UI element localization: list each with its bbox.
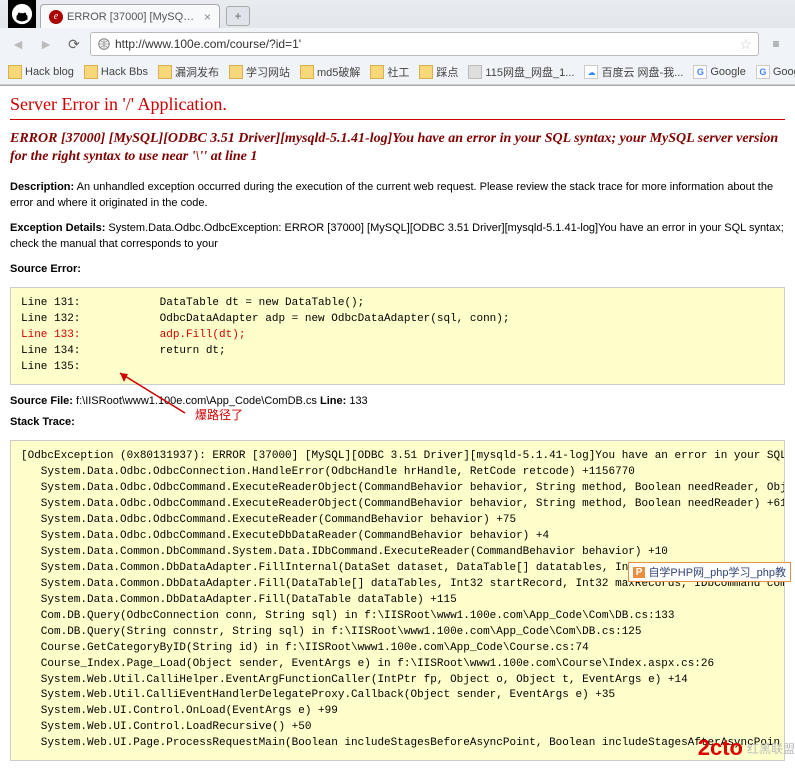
source-error-code: Line 131: DataTable dt = new DataTable()… [10,287,785,385]
folder-icon [158,65,172,79]
bookmark-item[interactable]: Hack blog [8,65,74,79]
php-badge-icon: P [633,567,646,578]
bookmark-star-icon[interactable]: ☆ [739,36,752,53]
error-favicon-icon: e [49,10,63,24]
tab-bar: e ERROR [37000] [MySQL][OD... × + [0,0,795,28]
browser-tab-active[interactable]: e ERROR [37000] [MySQL][OD... × [40,4,220,28]
chrome-menu-button[interactable]: ≡ [763,33,789,55]
footer-attribution[interactable]: P 自学PHP网_php学习_php教 [628,562,791,582]
forward-button[interactable]: ► [34,33,58,55]
bookmark-item[interactable]: Hack Bbs [84,65,148,79]
source-file-row: Source File: f:\IISRoot\www1.100e.com\Ap… [10,395,785,407]
exception-label: Exception Details: [10,222,105,234]
folder-icon [419,65,433,79]
tab-close-icon[interactable]: × [204,10,211,24]
bookmark-item[interactable]: GGoogle [693,65,745,79]
description-row: Description: An unhandled exception occu… [10,180,785,211]
bookmark-item[interactable]: md5破解 [300,64,360,80]
globe-icon [97,37,111,51]
page-content: Server Error in '/' Application. ERROR [… [0,86,795,779]
browser-chrome: e ERROR [37000] [MySQL][OD... × + ◄ ► ⟳ … [0,0,795,86]
back-button[interactable]: ◄ [6,33,30,55]
bookmark-item[interactable]: 学习网站 [229,64,290,80]
bookmark-item[interactable]: 踩点 [419,64,458,80]
google-icon: G [756,65,770,79]
source-error-label: Source Error: [10,262,785,277]
bookmark-item[interactable]: ☁百度云 网盘-我... [584,64,683,80]
url-text: http://www.100e.com/course/?id=1' [115,37,739,51]
bookmark-item[interactable]: GGoogle hacker [756,65,795,79]
folder-icon [8,65,22,79]
source-file-label: Source File: [10,395,73,407]
address-bar[interactable]: http://www.100e.com/course/?id=1' ☆ [90,32,759,56]
watermark-logo-icon: 2cto [698,735,743,761]
tab-title: ERROR [37000] [MySQL][OD... [67,11,198,23]
divider [10,119,785,120]
baidu-icon: ☁ [584,65,598,79]
bookmark-item[interactable]: 漏洞发布 [158,64,219,80]
annotation-text: 爆路径了 [195,406,243,423]
bookmark-item[interactable]: 115网盘_网盘_1... [468,64,574,80]
stack-trace-label: Stack Trace: [10,415,785,430]
watermark-text: 红黑联盟 [747,740,795,757]
footer-link-text[interactable]: 自学PHP网_php学习_php教 [648,564,786,580]
nav-bar: ◄ ► ⟳ http://www.100e.com/course/?id=1' … [0,28,795,60]
folder-icon [300,65,314,79]
site-icon [468,65,482,79]
line-number: 133 [346,395,367,407]
profile-avatar[interactable] [8,0,36,28]
reload-button[interactable]: ⟳ [62,33,86,55]
exception-row: Exception Details: System.Data.Odbc.Odbc… [10,221,785,252]
anonymous-icon [11,3,33,25]
line-label: Line: [317,395,346,407]
highlighted-line: Line 133: adp.Fill(dt); [21,329,245,341]
error-title: ERROR [37000] [MySQL][ODBC 3.51 Driver][… [10,130,785,166]
bookmarks-bar: Hack blog Hack Bbs 漏洞发布 学习网站 md5破解 社工 踩点… [0,60,795,85]
description-label: Description: [10,181,74,193]
folder-icon [370,65,384,79]
stack-trace-code: [OdbcException (0x80131937): ERROR [3700… [10,440,785,761]
watermark: 2cto 红黑联盟 [698,735,795,761]
new-tab-button[interactable]: + [226,6,250,26]
exception-text: System.Data.Odbc.OdbcException: ERROR [3… [10,222,784,249]
google-icon: G [693,65,707,79]
bookmark-item[interactable]: 社工 [370,64,409,80]
error-header: Server Error in '/' Application. [10,94,785,115]
description-text: An unhandled exception occurred during t… [10,181,773,208]
folder-icon [229,65,243,79]
folder-icon [84,65,98,79]
